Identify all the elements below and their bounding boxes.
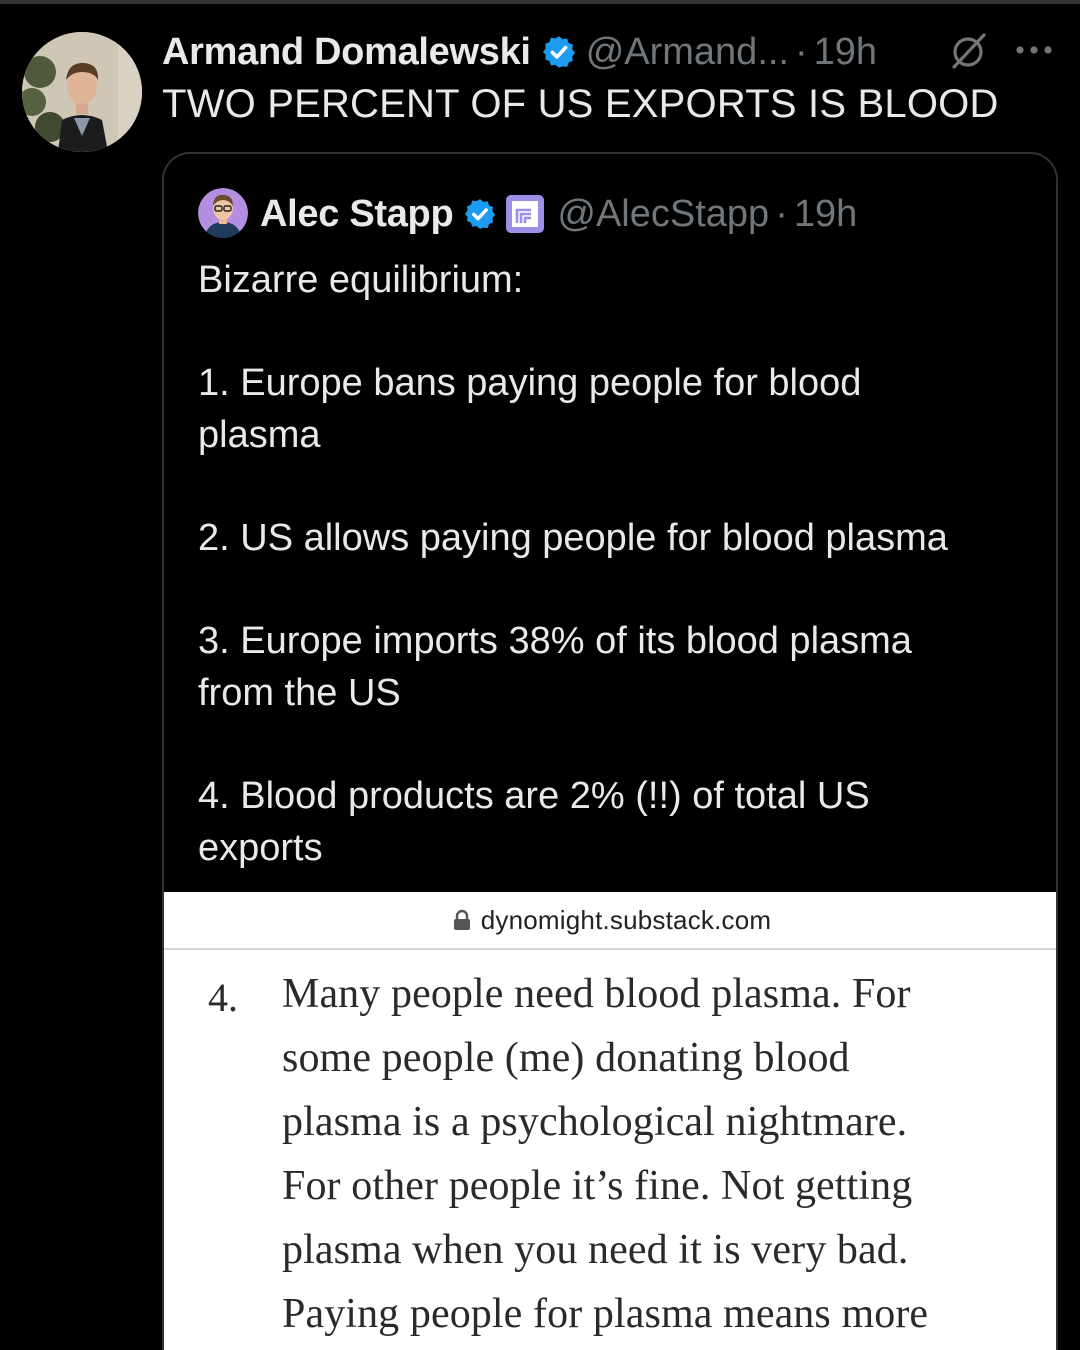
quoted-text-line: 1. Europe bans paying people for blood (198, 362, 862, 404)
quoted-tweet-card[interactable]: Alec Stapp @AlecStapp · 19h Bizarre equi… (162, 152, 1058, 1350)
author-avatar[interactable] (22, 32, 142, 152)
quoted-author-name[interactable]: Alec Stapp (260, 193, 454, 236)
list-item-number: 4. (208, 975, 238, 1020)
article-line: For other people it’s fine. Not getting (282, 1163, 913, 1209)
quoted-text-line: 2. US allows paying people for blood pla… (198, 517, 948, 559)
author-handle[interactable]: @Armand... (586, 31, 789, 74)
lock-icon (453, 909, 470, 930)
quoted-text-line: plasma (198, 414, 321, 456)
quoted-tweet-header: Alec Stapp @AlecStapp · 19h (260, 190, 857, 238)
url-text: dynomight.substack.com (480, 904, 772, 935)
quoted-author-avatar[interactable] (198, 188, 248, 238)
affiliate-badge-icon[interactable] (505, 194, 545, 234)
verified-badge-icon (542, 36, 575, 68)
more-options-icon[interactable] (1014, 42, 1054, 58)
verified-badge-icon (465, 199, 496, 229)
article-line: Paying people for plasma means more (282, 1291, 929, 1337)
top-divider (0, 0, 1080, 4)
article-line: plasma when you need it is very bad. (282, 1227, 909, 1273)
grok-icon[interactable] (948, 30, 990, 72)
tweet-text: TWO PERCENT OF US EXPORTS IS BLOOD (162, 82, 999, 126)
quoted-text-line: exports (198, 827, 323, 869)
quoted-text-line: from the US (198, 672, 401, 714)
separator-dot: · (795, 30, 808, 73)
quoted-tweet-timestamp[interactable]: 19h (794, 193, 857, 236)
separator-dot: · (775, 192, 788, 235)
author-name[interactable]: Armand Domalewski (162, 31, 531, 74)
quoted-text-line: 3. Europe imports 38% of its blood plasm… (198, 620, 912, 662)
article-line: plasma is a psychological nightmare. (282, 1099, 908, 1145)
quoted-text-line: Bizarre equilibrium: (198, 259, 524, 301)
quoted-text-line: 4. Blood products are 2% (!!) of total U… (198, 775, 870, 817)
browser-url-bar: dynomight.substack.com (164, 892, 1056, 950)
quoted-author-handle[interactable]: @AlecStapp (557, 193, 769, 236)
article-line: some people (me) donating blood (282, 1035, 850, 1081)
tweet-header: Armand Domalewski @Armand... · 19h (162, 28, 877, 76)
tweet-detail-page: Armand Domalewski @Armand... · 19h TWO P… (0, 0, 1080, 1350)
tweet-timestamp[interactable]: 19h (814, 31, 877, 74)
attached-screenshot-image[interactable]: dynomight.substack.com 4. Many people ne… (164, 892, 1056, 1350)
article-line: Many people need blood plasma. For (282, 971, 911, 1017)
quoted-tweet-text: Bizarre equilibrium: 1. Europe bans payi… (198, 254, 1048, 874)
